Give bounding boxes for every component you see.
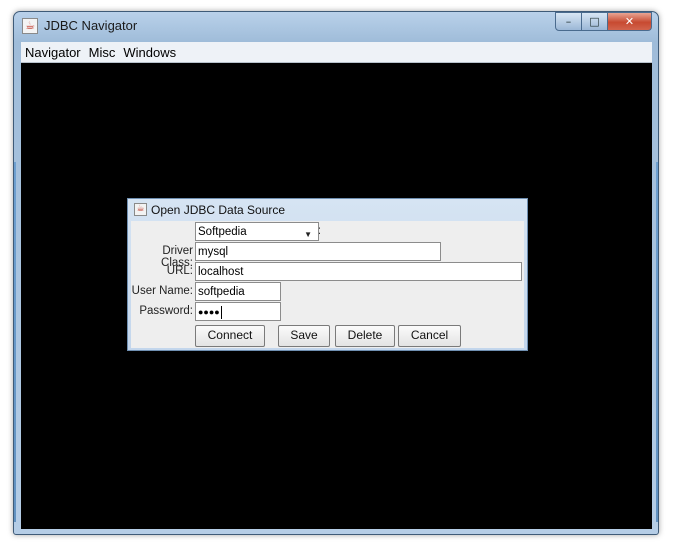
- chevron-down-icon[interactable]: ▼: [304, 227, 312, 240]
- url-label: URL:: [166, 265, 193, 277]
- menu-bar: Navigator Misc Windows: [21, 42, 652, 63]
- name-combo-value: Softpedia: [198, 226, 247, 238]
- driver-class-field[interactable]: mysql: [195, 242, 441, 261]
- password-value: ●●●●: [198, 307, 220, 317]
- cancel-button[interactable]: Cancel: [398, 325, 461, 347]
- caption-buttons: – □ ✕: [555, 12, 652, 31]
- window-title: JDBC Navigator: [44, 18, 138, 33]
- text-caret: [220, 306, 222, 320]
- url-field[interactable]: localhost: [195, 262, 522, 281]
- minimize-button[interactable]: –: [555, 12, 582, 31]
- user-name-label: User Name:: [131, 285, 193, 297]
- user-name-field[interactable]: softpedia: [195, 282, 281, 301]
- dialog-title: Open JDBC Data Source: [151, 203, 286, 217]
- menu-misc[interactable]: Misc: [85, 45, 120, 60]
- frame-edge-left: [14, 162, 16, 522]
- java-cup-icon: ☕: [134, 203, 147, 216]
- close-button[interactable]: ✕: [608, 12, 652, 31]
- menu-navigator[interactable]: Navigator: [21, 45, 85, 60]
- title-bar[interactable]: ☕ JDBC Navigator – □ ✕: [14, 12, 658, 42]
- save-button[interactable]: Save: [278, 325, 330, 347]
- dialog-title-bar[interactable]: ☕ Open JDBC Data Source: [128, 199, 527, 221]
- connect-button[interactable]: Connect: [195, 325, 265, 347]
- open-data-source-dialog: ☕ Open JDBC Data Source Name: Softpedia …: [127, 198, 528, 351]
- frame-edge-right: [656, 162, 658, 522]
- java-cup-icon[interactable]: ☕: [22, 18, 38, 34]
- dialog-body: Name: Softpedia ▼ Driver Class: mysql UR…: [131, 221, 524, 348]
- maximize-button[interactable]: □: [582, 12, 608, 31]
- password-label: Password:: [139, 305, 193, 317]
- menu-windows[interactable]: Windows: [119, 45, 180, 60]
- password-field[interactable]: ●●●●: [195, 302, 281, 321]
- delete-button[interactable]: Delete: [335, 325, 395, 347]
- name-combo[interactable]: Softpedia ▼: [195, 222, 319, 241]
